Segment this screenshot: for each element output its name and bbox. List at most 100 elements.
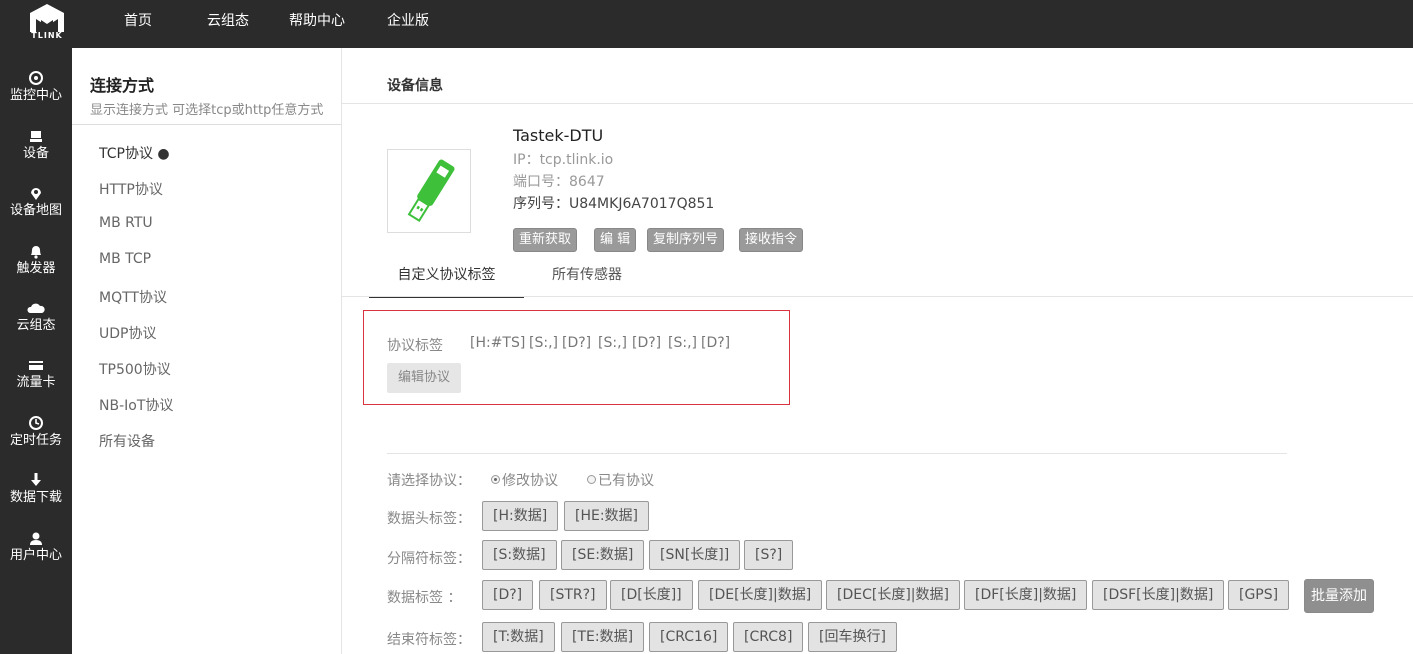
- radio-label: 已有协议: [598, 473, 654, 489]
- conn-item-mb-rtu[interactable]: MB RTU: [99, 215, 153, 231]
- panel-subtitle: 显示连接方式 可选择tcp或http任意方式: [90, 103, 324, 118]
- rail-item-trigger[interactable]: 触发器: [0, 237, 72, 293]
- tag-button[interactable]: [TE:数据]: [561, 622, 645, 652]
- rail-item-device-map[interactable]: 设备地图: [0, 179, 72, 235]
- top-navbar: TLINK 首页 云组态 帮助中心 企业版: [0, 0, 1413, 48]
- end-tags-label: 结束符标签：: [387, 632, 471, 648]
- tag-button[interactable]: [D?]: [482, 580, 534, 610]
- bell-icon: [31, 246, 41, 259]
- nav-cloud-config[interactable]: 云组态: [207, 0, 249, 48]
- edit-button[interactable]: 编 辑: [594, 228, 637, 252]
- cloud-icon: [27, 303, 45, 313]
- device-serial: 序列号：U84MKJ6A7017Q851: [513, 196, 715, 212]
- card-icon: [29, 361, 43, 370]
- rail-label: 设备: [22, 146, 49, 161]
- radio-checked-icon: [491, 475, 500, 484]
- tag-button[interactable]: [SN[长度]]: [649, 540, 741, 570]
- nav-help-center[interactable]: 帮助中心: [289, 0, 345, 48]
- tag-button[interactable]: [CRC8]: [733, 622, 804, 652]
- device-ip: IP：tcp.tlink.io: [513, 152, 614, 168]
- protocol-tag: [D?]: [632, 335, 662, 351]
- divider: [72, 124, 341, 125]
- copy-serial-button[interactable]: 复制序列号: [647, 228, 725, 252]
- protocol-tag: [S:,]: [529, 335, 558, 351]
- logo-text: TLINK: [31, 31, 63, 40]
- divider: [342, 103, 1413, 104]
- tag-button[interactable]: [DEC[长度]|数据]: [826, 580, 960, 610]
- conn-item-all-devices[interactable]: 所有设备: [99, 431, 155, 451]
- separator-tags-label: 分隔符标签：: [387, 551, 471, 567]
- tag-button[interactable]: [GPS]: [1228, 580, 1290, 610]
- protocol-tag: [S:,]: [668, 335, 697, 351]
- conn-item-http[interactable]: HTTP协议: [99, 179, 163, 199]
- tag-button[interactable]: [HE:数据]: [564, 501, 650, 531]
- tag-button[interactable]: [T:数据]: [482, 622, 555, 652]
- rail-item-user-center[interactable]: 用户中心: [0, 524, 72, 580]
- tag-button[interactable]: [H:数据]: [482, 501, 559, 531]
- rail-label: 数据下载: [9, 490, 62, 505]
- monitor-icon: [29, 71, 43, 85]
- rail-label: 设备地图: [9, 203, 62, 218]
- tag-button[interactable]: [S:数据]: [482, 540, 557, 570]
- tab-custom-protocol[interactable]: 自定义协议标签: [369, 256, 524, 298]
- usb-dongle-icon: [407, 159, 455, 222]
- tag-button[interactable]: [S?]: [744, 540, 794, 570]
- tag-button[interactable]: [D[长度]]: [610, 580, 693, 610]
- select-protocol-label: 请选择协议：: [387, 473, 471, 489]
- rail-item-monitor[interactable]: 监控中心: [0, 64, 72, 120]
- tag-button[interactable]: [STR?]: [539, 580, 607, 610]
- tag-button[interactable]: [回车换行]: [808, 622, 897, 652]
- rail-label: 用户中心: [9, 548, 62, 563]
- radio-unchecked-icon: [587, 475, 596, 484]
- tag-button[interactable]: [CRC16]: [649, 622, 729, 652]
- nav-enterprise[interactable]: 企业版: [387, 0, 429, 48]
- rail-item-data-card[interactable]: 流量卡: [0, 351, 72, 407]
- tab-all-sensors[interactable]: 所有传感器: [534, 256, 640, 298]
- rail-item-cloud-config[interactable]: 云组态: [0, 294, 72, 350]
- rail-label: 云组态: [16, 318, 56, 333]
- connection-panel: 连接方式 显示连接方式 可选择tcp或http任意方式 TCP协议 ● HTTP…: [72, 48, 342, 654]
- radio-label: 修改协议: [502, 473, 558, 489]
- rail-item-device[interactable]: 设备: [0, 122, 72, 178]
- conn-item-mb-tcp[interactable]: MB TCP: [99, 251, 151, 267]
- panel-title: 连接方式: [90, 76, 155, 95]
- batch-add-button[interactable]: 批量添加: [1304, 579, 1374, 613]
- rail-label: 流量卡: [16, 375, 56, 390]
- rail-item-data-download[interactable]: 数据下载: [0, 466, 72, 522]
- nav-home[interactable]: 首页: [124, 0, 152, 48]
- radio-existing-protocol[interactable]: 已有协议: [587, 470, 654, 490]
- radio-modify-protocol[interactable]: 修改协议: [491, 470, 558, 490]
- conn-item-nb-iot[interactable]: NB-IoT协议: [99, 395, 173, 415]
- device-icon: [30, 131, 42, 142]
- protocol-tag: [S:,]: [598, 335, 627, 351]
- data-tags-label: 数据标签 ：: [387, 590, 462, 606]
- rail-label: 触发器: [16, 261, 56, 276]
- conn-item-tcp[interactable]: TCP协议 ●: [99, 143, 170, 163]
- refresh-button[interactable]: 重新获取: [513, 228, 578, 252]
- tabs-divider: [342, 296, 1413, 297]
- rail-item-scheduled-task[interactable]: 定时任务: [0, 409, 72, 465]
- header-tags-label: 数据头标签：: [387, 511, 471, 527]
- device-image: [387, 149, 471, 233]
- left-rail: 监控中心 设备 设备地图 触发器 云组态 流量卡 定时任务 数据下载 用户中心: [0, 48, 72, 654]
- download-icon: [31, 473, 41, 486]
- map-pin-icon: [31, 187, 41, 200]
- protocol-label: 协议标签: [387, 338, 443, 354]
- conn-item-tp500[interactable]: TP500协议: [99, 359, 171, 379]
- conn-item-mqtt[interactable]: MQTT协议: [99, 287, 167, 307]
- receive-command-button[interactable]: 接收指令: [739, 228, 804, 252]
- tag-button[interactable]: [DSF[长度]|数据]: [1092, 580, 1225, 610]
- device-name: Tastek-DTU: [513, 126, 604, 145]
- protocol-tag: [D?]: [562, 335, 592, 351]
- rail-label: 定时任务: [9, 433, 62, 448]
- rail-label: 监控中心: [9, 88, 62, 103]
- tag-button[interactable]: [DE[长度]|数据]: [698, 580, 823, 610]
- protocol-tag: [H:#TS]: [470, 335, 526, 351]
- conn-item-udp[interactable]: UDP协议: [99, 323, 156, 343]
- device-port: 端口号：8647: [513, 174, 605, 190]
- tag-button[interactable]: [SE:数据]: [561, 540, 645, 570]
- main-content: 设备信息 Tastek-DTU IP：tcp.tlink.io 端口号：8647…: [342, 48, 1413, 654]
- tag-button[interactable]: [DF[长度]|数据]: [964, 580, 1088, 610]
- page-title: 设备信息: [387, 78, 443, 94]
- edit-protocol-button[interactable]: 编辑协议: [387, 363, 461, 393]
